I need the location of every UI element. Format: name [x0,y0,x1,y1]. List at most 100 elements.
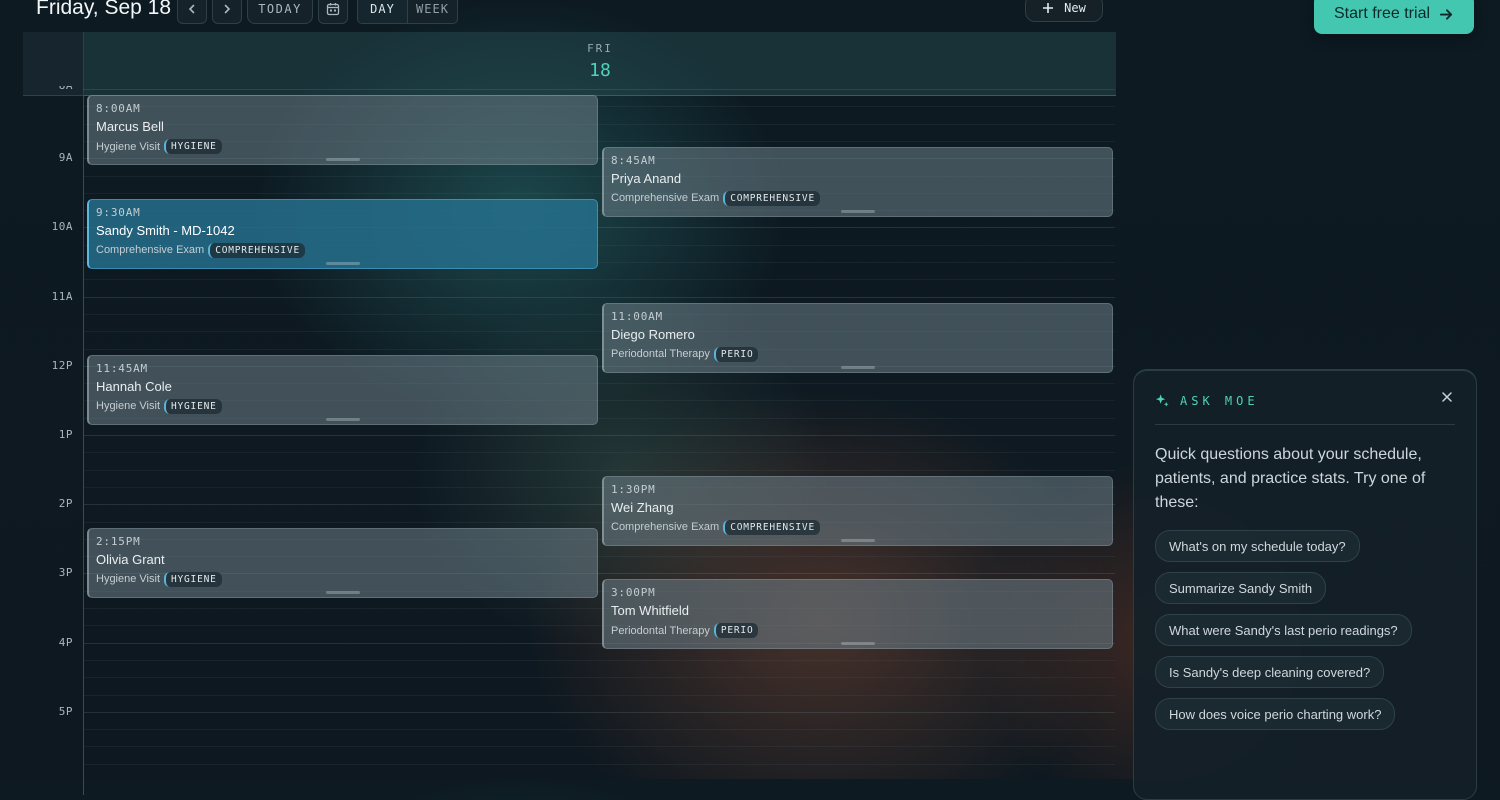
hour-label: 2P [58,497,73,511]
appointment-card[interactable]: 8:45AM Priya Anand Comprehensive Exam COMPR… [602,146,1113,217]
start-free-trial-button[interactable]: Start free trial [1314,0,1474,34]
appointment-type: Hygiene Visit [96,140,160,153]
appointment-time: 8:00AM [96,102,141,115]
appointment-type: Periodontal Therapy [611,624,710,637]
appointment-time: 1:30PM [611,482,656,496]
quarter-hour-gridline [83,729,1115,731]
resize-handle[interactable] [841,209,875,213]
appointment-tag: HYGIENE [164,398,222,414]
close-icon[interactable] [1440,390,1454,404]
appointment-card[interactable]: 8:00AM Marcus Bell Hygiene Visit HYGIENE [87,95,598,165]
appointment-tag: HYGIENE [164,571,222,587]
sparkle-icon [1155,394,1169,407]
appointment-tag: COMPREHENSIVE [208,242,305,258]
chevron-left-icon [188,4,195,14]
suggestion-chip[interactable]: Is Sandy's deep cleaning covered? [1155,656,1385,688]
patient-name: Tom Whitfield [611,603,690,619]
patient-name: Diego Romero [611,326,695,342]
appointment-tag: COMPREHENSIVE [723,190,820,206]
arrow-right-icon [1439,8,1453,20]
appointment-time: 2:15PM [96,534,141,548]
hour-gridline [83,296,1115,298]
suggestion-chip[interactable]: Summarize Sandy Smith [1155,572,1327,604]
suggestion-chip[interactable]: How does voice perio charting work? [1155,698,1396,730]
appointment-type: Hygiene Visit [96,400,160,412]
panel-divider [1155,424,1455,425]
appointment-type: Comprehensive Exam [611,192,720,205]
view-toggle: DAY WEEK [357,0,458,24]
new-button-label: New [1064,1,1086,15]
day-column-header[interactable]: FRI 18 [83,32,1116,96]
appointment-meta: Hygiene Visit HYGIENE [96,398,597,414]
hour-label: 3P [58,566,73,580]
appointment-card[interactable]: 2:15PM Olivia Grant Hygiene Visit HYGIENE [87,527,598,598]
plus-icon [1043,3,1054,13]
appointment-meta: Hygiene Visit HYGIENE [96,139,597,154]
resize-handle[interactable] [841,538,875,542]
day-view-tab[interactable]: DAY [358,0,408,23]
next-day-button[interactable] [212,0,242,24]
appointment-meta: Periodontal Therapy PERIO [611,346,1112,362]
appointment-time: 3:00PM [611,586,656,600]
new-appointment-button[interactable]: New [1025,0,1103,22]
hour-gridline [83,89,1115,90]
appointment-type: Comprehensive Exam [96,244,205,257]
hour-gridline [83,711,1115,713]
appointment-time: 9:30AM [96,205,141,219]
resize-handle[interactable] [326,417,360,421]
patient-name: Marcus Bell [96,119,164,134]
patient-name: Priya Anand [611,170,682,186]
trial-button-label: Start free trial [1333,5,1431,22]
suggestion-chip[interactable]: What's on my schedule today? [1155,530,1360,562]
today-button[interactable]: TODAY [247,0,313,24]
quarter-hour-gridline [83,659,1115,661]
calendar-icon [326,3,340,16]
quarter-hour-gridline [83,452,1115,454]
appointment-card[interactable]: 1:30PM Wei Zhang Comprehensive Exam COMPREH… [602,475,1113,546]
week-view-tab[interactable]: WEEK [408,0,457,23]
hour-label: 4P [58,635,73,649]
hour-label: 11A [51,289,73,303]
appointment-card[interactable]: 11:45AM Hannah Cole Hygiene Visit HYGIENE [87,354,598,425]
gutter-divider [83,95,84,795]
appointment-tag: COMPREHENSIVE [723,519,820,535]
appointment-type: Periodontal Therapy [611,348,710,361]
ask-moe-header: ASK MOE [1155,393,1259,408]
appointment-type: Hygiene Visit [96,573,160,585]
patient-name: Olivia Grant [96,551,165,567]
chevron-right-icon [224,4,231,14]
hour-label: 12P [51,358,73,372]
ask-moe-panel: ASK MOE Quick questions about your sched… [1133,370,1477,800]
ask-moe-intro: Quick questions about your schedule, pat… [1155,446,1426,511]
patient-name: Hannah Cole [96,378,172,394]
appointment-type: Comprehensive Exam [611,521,720,534]
resize-handle[interactable] [326,261,360,265]
appointment-tag: PERIO [713,623,759,639]
appointment-tag: HYGIENE [164,139,222,154]
quarter-hour-gridline [83,279,1115,281]
appointment-meta: Periodontal Therapy PERIO [611,623,1112,639]
resize-handle[interactable] [841,642,875,646]
date-picker-button[interactable] [318,0,348,24]
resize-handle[interactable] [841,365,875,369]
hour-gridline [83,435,1115,436]
hour-label: 9A [58,151,73,165]
resize-handle[interactable] [326,590,360,594]
suggestion-list: What's on my schedule today? Summarize S… [1155,530,1412,730]
previous-day-button[interactable] [177,0,207,24]
quarter-hour-gridline [83,694,1115,696]
day-name: FRI [587,42,613,55]
appointment-tag: PERIO [713,346,759,362]
hour-label: 8A [23,86,73,92]
appointment-card[interactable]: 3:00PM Tom Whitfield Periodontal Therapy PE… [602,579,1113,650]
day-calendar: FRI 18 8A 9A 10A 11A 12P 1P 2P 3P 4P 5P 8:00AM Mar… [23,32,1116,795]
appointment-card[interactable]: 11:00AM Diego Romero Periodontal Therapy PE… [602,302,1113,373]
hour-label: 1P [58,428,73,441]
appointment-meta: Comprehensive Exam COMPREHENSIVE [611,519,1112,535]
hour-label: 5P [58,704,73,718]
appointment-meta: Comprehensive Exam COMPREHENSIVE [96,242,597,258]
appointment-card[interactable]: 9:30AM Sandy Smith - MD-1042 Comprehensive… [87,198,598,269]
suggestion-chip[interactable]: What were Sandy's last perio readings? [1155,614,1412,646]
appointment-meta: Hygiene Visit HYGIENE [96,571,597,587]
resize-handle[interactable] [326,158,360,161]
